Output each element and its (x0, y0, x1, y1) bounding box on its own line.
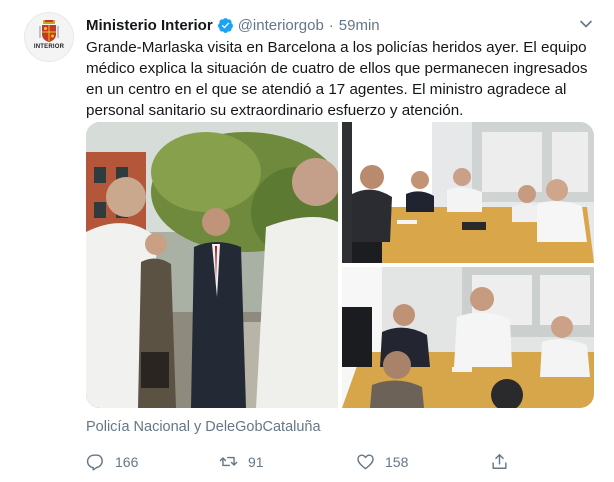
tweet-header: Ministerio Interior @interiorgob · 59min (86, 14, 380, 36)
media-grid (86, 122, 594, 408)
heart-icon (357, 454, 374, 470)
tweet-timestamp[interactable]: 59min (339, 17, 380, 34)
verified-badge-icon (217, 17, 233, 33)
photo-street-visit[interactable] (86, 122, 338, 408)
tagged-accounts[interactable]: Policía Nacional y DeleGobCataluña (86, 419, 321, 435)
separator-dot: · (328, 16, 334, 34)
tweet-text: Grande-Marlaska visita en Barcelona a lo… (86, 39, 588, 119)
coat-of-arms-icon (39, 20, 59, 42)
tweet-card[interactable]: INTERIOR Ministerio Interior @interiorgo… (0, 0, 614, 482)
account-handle[interactable]: @interiorgob (238, 17, 324, 34)
avatar-label: INTERIOR (33, 44, 65, 50)
retweet-count: 91 (248, 453, 264, 470)
reply-icon (86, 454, 103, 471)
like-button[interactable]: 158 (356, 452, 408, 471)
retweet-button[interactable]: 91 (219, 452, 264, 471)
account-name[interactable]: Ministerio Interior (86, 17, 213, 34)
photo-meeting-room-2[interactable] (342, 267, 594, 408)
reply-count: 166 (115, 453, 139, 470)
like-count: 158 (385, 453, 409, 470)
share-button[interactable] (490, 452, 519, 471)
tweet-actions: 166 91 158 (86, 452, 596, 474)
profile-avatar[interactable]: INTERIOR (24, 12, 74, 62)
share-icon (492, 454, 507, 469)
retweet-icon (219, 456, 238, 467)
reply-button[interactable]: 166 (86, 452, 138, 471)
photo-meeting-room-1[interactable] (342, 122, 594, 263)
chevron-down-icon[interactable] (578, 16, 594, 32)
